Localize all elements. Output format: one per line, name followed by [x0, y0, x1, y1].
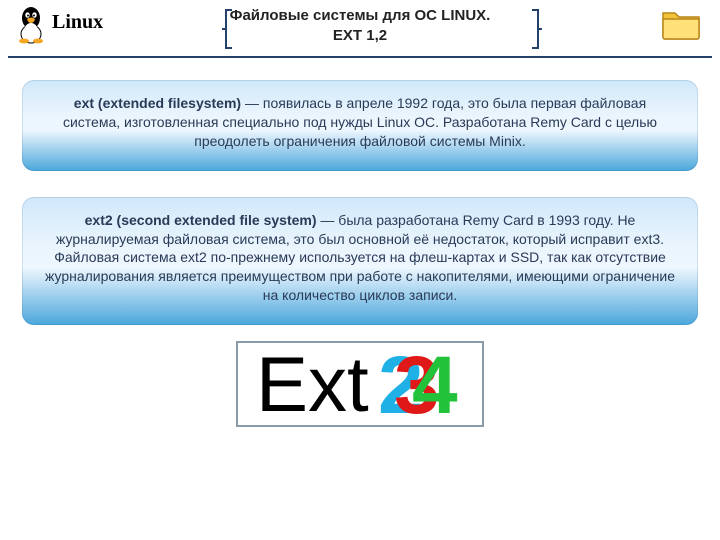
ext-logo-icon: Ext 2 3 4	[250, 345, 470, 425]
header-divider	[8, 56, 712, 58]
ext-info-panel: ext (extended filesystem) — появилась в …	[22, 80, 698, 171]
folder-icon	[660, 6, 702, 42]
ext2-info-panel: ext2 (second extended file system) — был…	[22, 197, 698, 325]
ext2-lead: ext2 (second extended file system)	[85, 212, 317, 228]
ext-lead: ext (extended filesystem)	[74, 95, 241, 111]
slide-header: Linux Файловые системы для ОС LINUX. EXT…	[0, 0, 720, 58]
slide-title: Файловые системы для ОС LINUX. EXT 1,2	[230, 6, 491, 47]
slide-title-line2: EXT 1,2	[230, 26, 491, 46]
ext-logo-box: Ext 2 3 4	[236, 341, 484, 427]
slide-title-line1: Файловые системы для ОС LINUX.	[230, 6, 491, 26]
tux-penguin-icon	[14, 4, 48, 44]
linux-label: Linux	[52, 11, 103, 34]
svg-text:Ext: Ext	[256, 345, 369, 425]
ext-logo-wrap: Ext 2 3 4	[0, 341, 720, 432]
bracket-right-icon	[530, 8, 542, 50]
svg-text:4: 4	[412, 345, 458, 425]
